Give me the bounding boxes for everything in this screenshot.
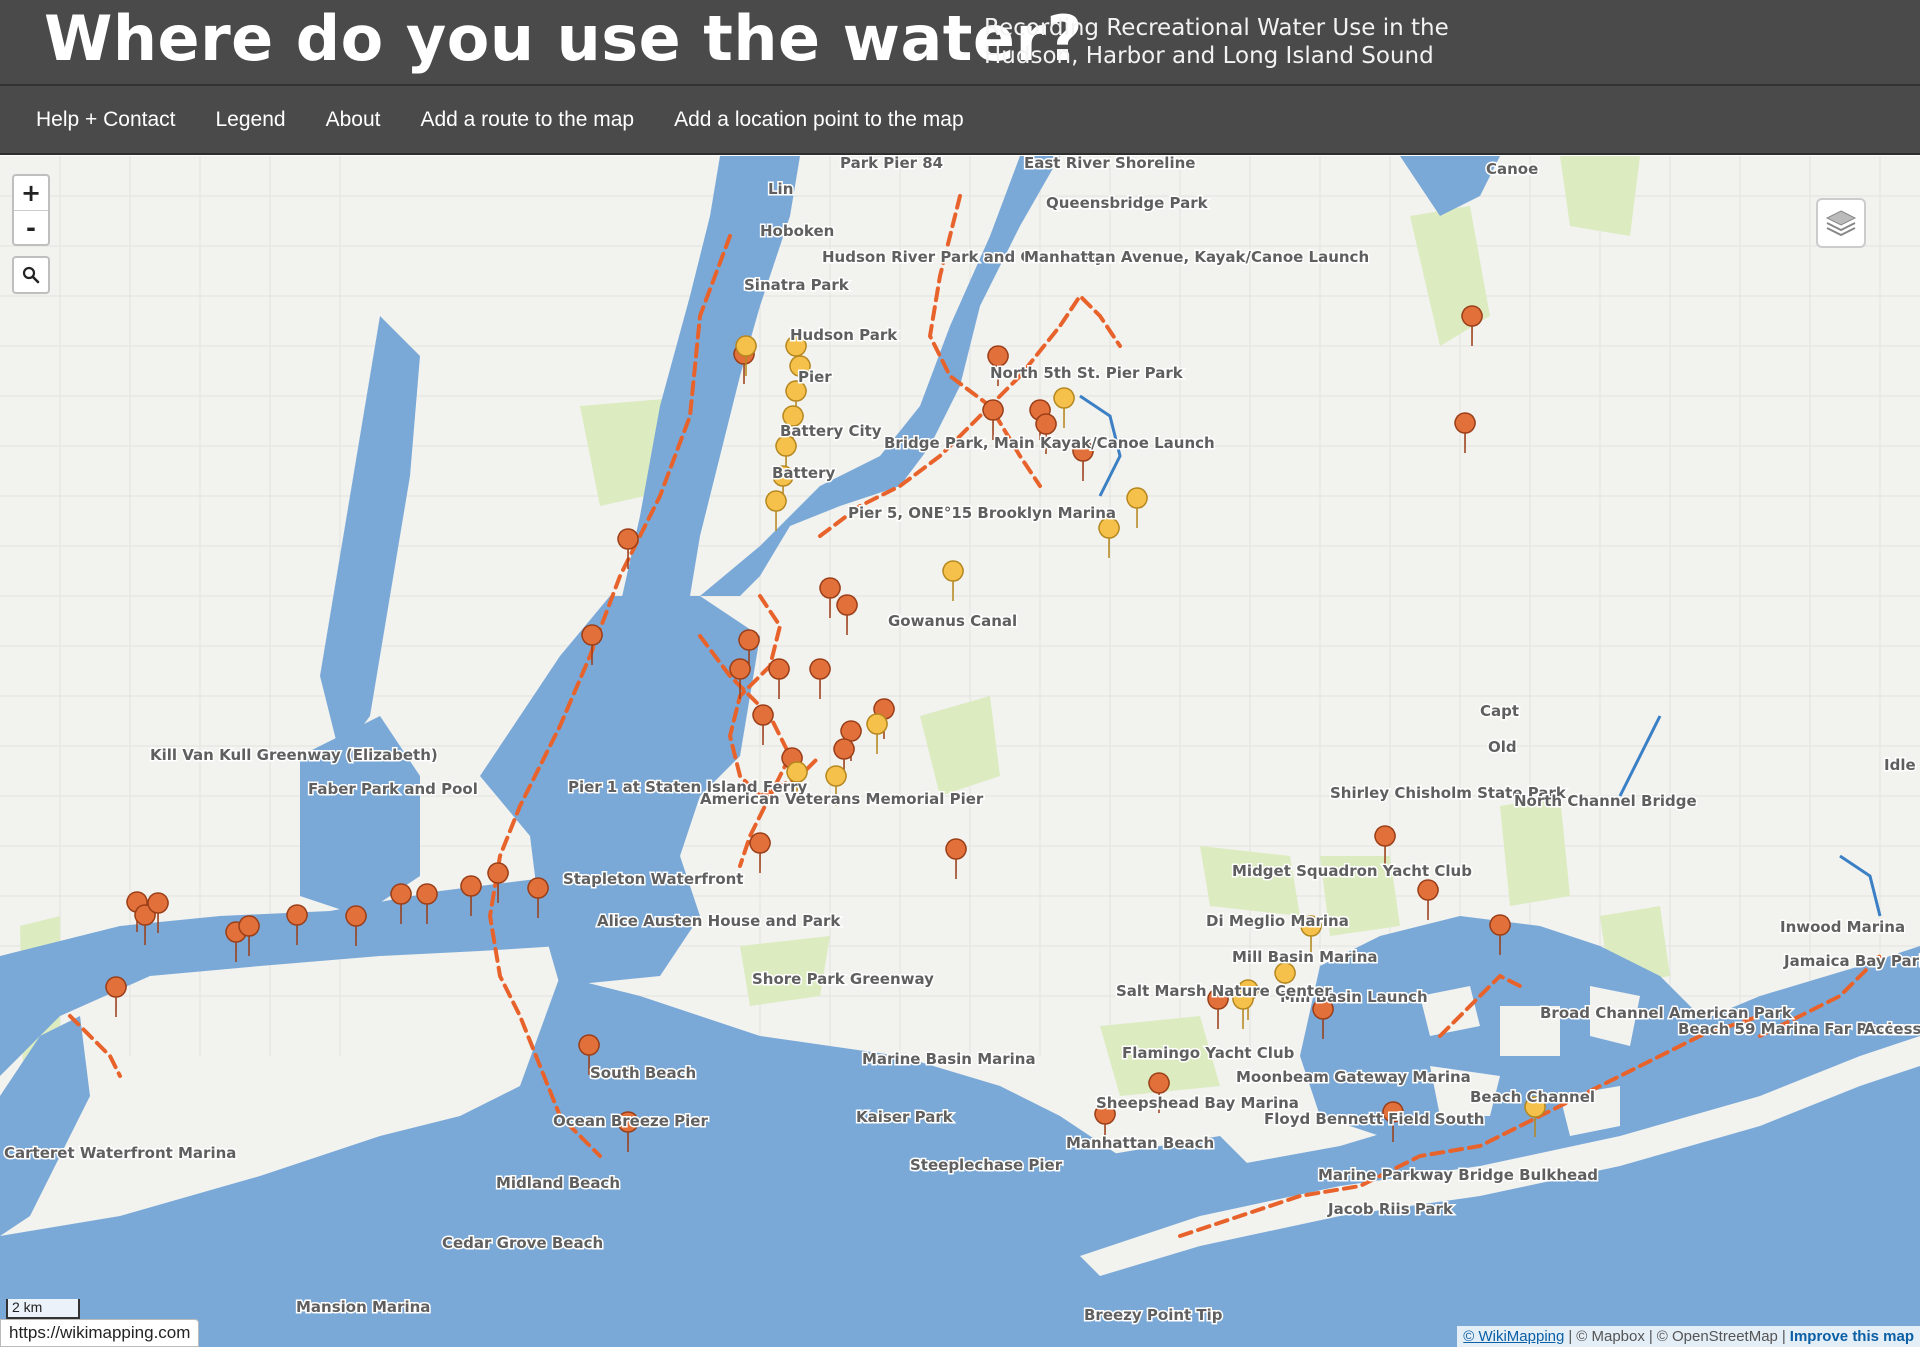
label-alice-austen-house: Alice Austen House and Park <box>597 912 841 930</box>
subtitle-line-1: Recording Recreational Water Use in the <box>984 15 1449 41</box>
label-idle: Idle <box>1884 756 1916 774</box>
label-manhattan-avenue-launch: Manhattan Avenue, Kayak/Canoe Launch <box>1024 248 1369 266</box>
label-marine-basin-marina: Marine Basin Marina <box>862 1050 1036 1068</box>
label-east-river-shoreline: East River Shoreline <box>1024 156 1195 172</box>
label-hudson-park: Hudson Park <box>790 326 898 344</box>
map-canvas[interactable]: Park Pier 84 East River Shoreline Queens… <box>0 156 1920 1347</box>
map-attribution: © WikiMapping | © Mapbox | © OpenStreetMap | I… <box>1457 1326 1920 1347</box>
label-flamingo-yacht-club: Flamingo Yacht Club <box>1122 1044 1295 1062</box>
label-hoboken: Hoboken <box>760 222 834 240</box>
map-view[interactable]: Park Pier 84 East River Shoreline Queens… <box>0 156 1920 1347</box>
zoom-in-button[interactable]: + <box>14 176 48 210</box>
site-title: Where do you use the water? <box>44 2 1084 75</box>
zoom-control: + - <box>12 174 50 246</box>
attribution-wikimapping-link[interactable]: © WikiMapping <box>1463 1328 1564 1345</box>
label-stapleton-waterfront: Stapleton Waterfront <box>563 870 743 888</box>
label-sheepshead-bay-marina: Sheepshead Bay Marina <box>1096 1094 1299 1112</box>
label-midget-squadron: Midget Squadron Yacht Club <box>1232 862 1472 880</box>
search-control <box>12 256 50 294</box>
improve-map-link[interactable]: Improve this map <box>1790 1328 1914 1345</box>
search-icon <box>22 266 40 284</box>
label-sinatra-park: Sinatra Park <box>744 276 850 294</box>
scale-bar: 2 km <box>6 1299 80 1319</box>
label-capt: Capt <box>1480 702 1519 720</box>
label-mill-basin-marina: Mill Basin Marina <box>1232 948 1378 966</box>
label-midland-beach: Midland Beach <box>496 1174 620 1192</box>
label-shore-park-greenway: Shore Park Greenway <box>752 970 934 988</box>
label-manhattan-beach: Manhattan Beach <box>1066 1134 1214 1152</box>
label-north-5th-pier: North 5th St. Pier Park <box>990 364 1184 382</box>
label-north-channel-bridge: North Channel Bridge <box>1514 792 1697 810</box>
label-bridge-park: Bridge Park, Main Kayak/Canoe Launch <box>884 434 1215 452</box>
label-gowanus-canal: Gowanus Canal <box>888 612 1017 630</box>
subtitle-line-2: Hudson, Harbor and Long Island Sound <box>984 43 1434 69</box>
layers-icon <box>1825 210 1857 237</box>
layers-button[interactable] <box>1816 198 1866 248</box>
label-di-meglio-marina: Di Meglio Marina <box>1206 912 1349 930</box>
label-access-of-sea: Access of Sea <box>1864 1020 1920 1038</box>
status-bar-url: https://wikimapping.com <box>0 1319 200 1347</box>
label-american-veterans-memorial-pier: American Veterans Memorial Pier <box>700 790 984 808</box>
label-kill-van-kull-greenway: Kill Van Kull Greenway (Elizabeth) <box>150 746 438 764</box>
label-faber-park: Faber Park and Pool <box>308 780 478 798</box>
nav-about[interactable]: About <box>326 108 381 132</box>
label-salt-marsh-nature-center: Salt Marsh Nature Center <box>1116 982 1332 1000</box>
label-canoe: Canoe <box>1486 160 1538 178</box>
label-beach-channel: Beach Channel <box>1470 1088 1595 1106</box>
label-moonbeam-gateway-marina: Moonbeam Gateway Marina <box>1236 1068 1471 1086</box>
attribution-osm[interactable]: © OpenStreetMap <box>1657 1328 1778 1345</box>
label-old: Old <box>1488 738 1517 756</box>
label-south-beach: South Beach <box>590 1064 696 1082</box>
attribution-mapbox[interactable]: © Mapbox <box>1576 1328 1645 1345</box>
nav-add-route[interactable]: Add a route to the map <box>420 108 634 132</box>
label-steeplechase-pier: Steeplechase Pier <box>910 1156 1063 1174</box>
site-subtitle: Recording Recreational Water Use in the … <box>984 14 1544 70</box>
label-cedar-grove-beach: Cedar Grove Beach <box>442 1234 603 1252</box>
label-jamaica-bay-park: Jamaica Bay Park <box>1783 952 1920 970</box>
label-park-pier-84: Park Pier 84 <box>840 156 943 172</box>
label-marine-parkway-bridge: Marine Parkway Bridge Bulkhead <box>1318 1166 1598 1184</box>
nav-help-contact[interactable]: Help + Contact <box>36 108 176 132</box>
label-kaiser-park: Kaiser Park <box>856 1108 954 1126</box>
label-battery: Battery <box>772 464 835 482</box>
zoom-out-button[interactable]: - <box>14 210 48 244</box>
nav-add-location-point[interactable]: Add a location point to the map <box>674 108 964 132</box>
label-mansion-marina: Mansion Marina <box>296 1298 430 1316</box>
site-header: Where do you use the water? Recording Re… <box>0 0 1920 86</box>
label-inwood-marina: Inwood Marina <box>1780 918 1905 936</box>
label-jacob-riis-park: Jacob Riis Park <box>1327 1200 1454 1218</box>
label-pier: Pier <box>798 368 832 386</box>
label-ocean-breeze-pier: Ocean Breeze Pier <box>553 1112 708 1130</box>
main-nav: Help + Contact Legend About Add a route … <box>0 86 1920 155</box>
label-queensbridge-park: Queensbridge Park <box>1046 194 1209 212</box>
nav-legend[interactable]: Legend <box>216 108 286 132</box>
label-battery-city: Battery City <box>780 422 882 440</box>
label-floyd-bennett-field: Floyd Bennett Field South <box>1264 1110 1484 1128</box>
label-breezy-point-tip: Breezy Point Tip <box>1084 1306 1223 1324</box>
label-pier-5-brooklyn-marina: Pier 5, ONE°15 Brooklyn Marina <box>848 504 1116 522</box>
label-lin: Lin <box>768 180 793 198</box>
label-carteret-waterfront: Carteret Waterfront Marina <box>4 1144 236 1162</box>
search-button[interactable] <box>14 258 48 292</box>
